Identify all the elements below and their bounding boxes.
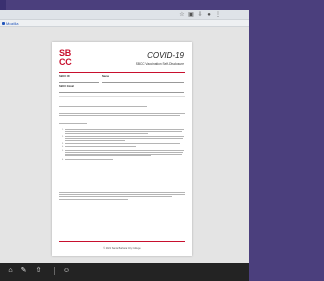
desktop-background — [249, 0, 324, 281]
text-line — [59, 194, 185, 195]
list-item: 2. — [62, 135, 184, 141]
document-page: SB CC COVID-19 SBCC Vaccination Self-Dis… — [52, 42, 192, 256]
list-item: 6. — [62, 158, 113, 161]
text-line — [59, 196, 173, 198]
sbcc-logo: SB CC — [59, 49, 81, 69]
text-line — [59, 106, 148, 107]
account-icon[interactable]: ● — [206, 12, 212, 18]
pdf-viewer: SB CC COVID-19 SBCC Vaccination Self-Dis… — [0, 27, 249, 263]
taskbar-divider — [54, 267, 55, 275]
extensions-icon[interactable]: ▣ — [188, 12, 194, 18]
upload-icon[interactable]: ⇧ — [34, 266, 43, 275]
logo-line: CC — [59, 57, 72, 67]
student-id-field[interactable] — [59, 82, 99, 83]
list-item: 3. — [62, 142, 181, 145]
bookmarks-bar: Mozilla — [0, 20, 249, 27]
list-item: 5. — [62, 150, 184, 157]
app-icon — [2, 22, 5, 25]
person-icon[interactable]: ☺ — [62, 266, 71, 275]
body-paragraph — [59, 113, 185, 117]
document-subtitle: SBCC Vaccination Self-Disclosure — [135, 62, 184, 66]
instructions-list: 1. 2. 3. 4. 5. 6. — [62, 129, 184, 162]
download-icon[interactable]: ⇩ — [197, 12, 203, 18]
red-divider — [59, 72, 185, 73]
document-title: COVID-19 — [147, 51, 184, 60]
text-line — [59, 115, 180, 116]
list-item: 1. — [62, 129, 184, 134]
taskbar: ⌂ ✎ ⇧ ☺ — [0, 263, 249, 281]
browser-toolbar: ☆ ▣ ⇩ ● ⋮ — [0, 10, 249, 20]
student-id-label: SBCC ID — [59, 75, 70, 78]
closing-paragraph — [59, 192, 185, 201]
text-line — [59, 198, 129, 200]
name-label: Name — [102, 75, 110, 78]
document-footer: © 2021 Santa Barbara City College — [103, 247, 141, 250]
email-label: SBCC Email — [59, 85, 74, 88]
text-line — [59, 192, 185, 193]
instructions-heading — [59, 123, 185, 125]
pen-icon[interactable]: ✎ — [19, 266, 28, 275]
bookmark-label[interactable]: Mozilla — [6, 20, 18, 27]
email-field[interactable] — [59, 92, 184, 93]
intro-paragraph — [59, 106, 185, 108]
divider — [59, 96, 185, 97]
name-field[interactable] — [102, 82, 184, 83]
text-line — [59, 123, 87, 124]
menu-icon[interactable]: ⋮ — [215, 12, 221, 18]
list-item: 4. — [62, 146, 137, 149]
folder-icon[interactable]: ⌂ — [6, 266, 15, 275]
text-line — [59, 113, 185, 114]
star-icon[interactable]: ☆ — [179, 12, 185, 18]
red-divider-bottom — [59, 241, 185, 242]
